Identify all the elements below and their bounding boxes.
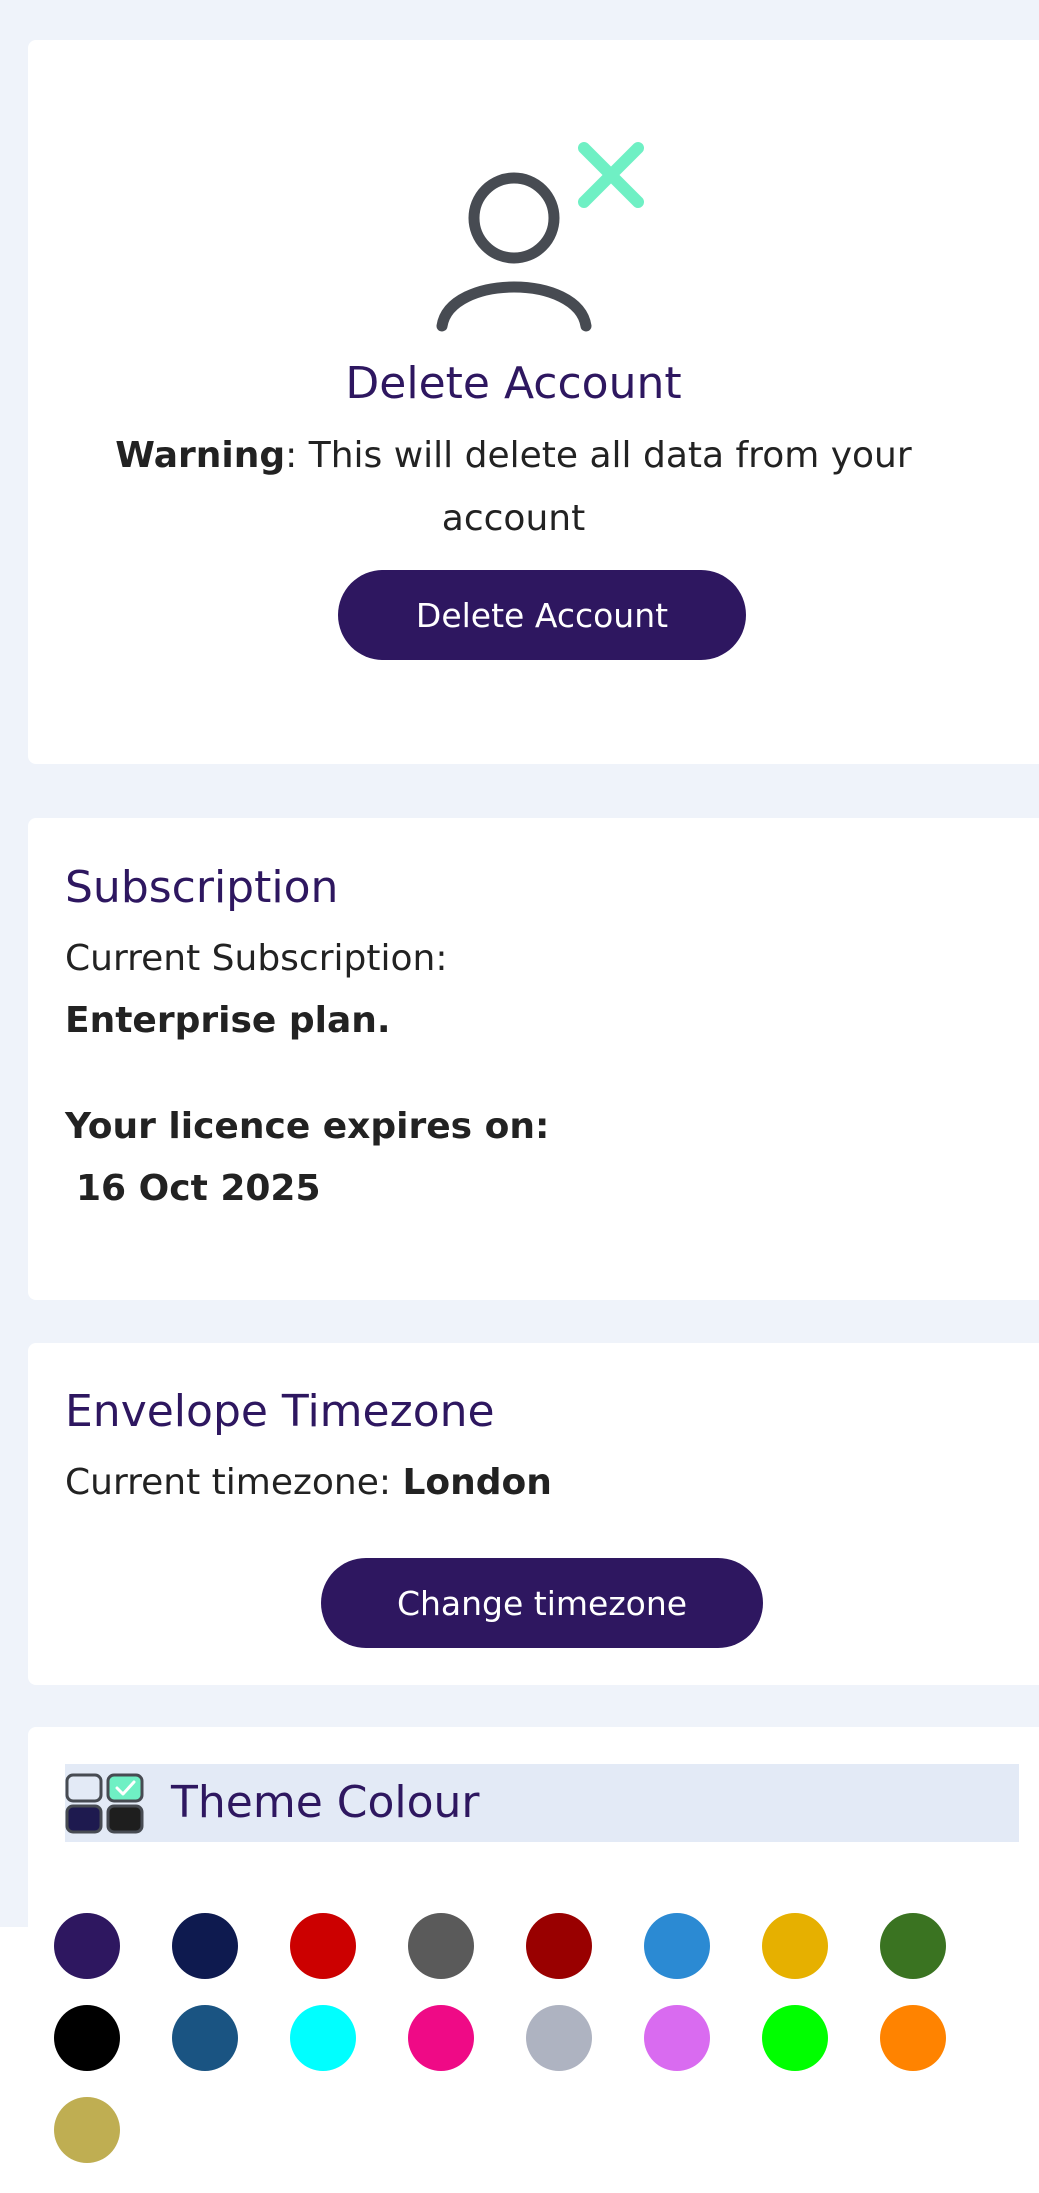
theme-colour-swatch[interactable]: [54, 2097, 120, 2163]
theme-colour-swatch[interactable]: [762, 1913, 828, 1979]
current-timezone-label: Current timezone:: [65, 1462, 403, 1503]
current-timezone-value: London: [402, 1462, 552, 1503]
current-subscription-label: Current Subscription:: [65, 938, 448, 979]
theme-colour-title: Theme Colour: [171, 1777, 480, 1828]
theme-colour-swatch[interactable]: [526, 1913, 592, 1979]
delete-warning-text: Warning: This will delete all data from …: [105, 424, 922, 550]
theme-colour-swatch[interactable]: [172, 2005, 238, 2071]
subscription-plan: Enterprise plan.: [65, 1000, 391, 1041]
warning-message: : This will delete all data from your ac…: [285, 435, 912, 539]
theme-colour-swatch[interactable]: [526, 2005, 592, 2071]
theme-colour-swatch[interactable]: [408, 1913, 474, 1979]
theme-colour-swatch[interactable]: [880, 2005, 946, 2071]
theme-colour-swatch[interactable]: [290, 2005, 356, 2071]
change-timezone-button[interactable]: Change timezone: [321, 1558, 763, 1648]
user-remove-icon: [436, 142, 644, 332]
theme-colour-swatch[interactable]: [762, 2005, 828, 2071]
theme-colour-swatch[interactable]: [290, 1913, 356, 1979]
theme-colour-swatch[interactable]: [880, 1913, 946, 1979]
theme-colour-swatch[interactable]: [54, 2005, 120, 2071]
theme-colour-swatch[interactable]: [644, 1913, 710, 1979]
timezone-title: Envelope Timezone: [65, 1386, 495, 1437]
delete-account-title: Delete Account: [345, 358, 682, 409]
subscription-title: Subscription: [65, 862, 339, 913]
current-timezone-text: Current timezone: London: [65, 1462, 552, 1503]
licence-expiry-date: 16 Oct 2025: [76, 1168, 321, 1209]
warning-label: Warning: [115, 435, 286, 476]
theme-colour-swatch[interactable]: [644, 2005, 710, 2071]
theme-colour-header: Theme Colour: [65, 1764, 1019, 1842]
theme-grid-icon: [65, 1773, 144, 1834]
theme-colour-swatch[interactable]: [172, 1913, 238, 1979]
delete-account-button[interactable]: Delete Account: [338, 570, 746, 660]
theme-colour-swatch[interactable]: [54, 1913, 120, 1979]
theme-colour-swatch[interactable]: [408, 2005, 474, 2071]
licence-expiry-label: Your licence expires on:: [65, 1106, 550, 1147]
